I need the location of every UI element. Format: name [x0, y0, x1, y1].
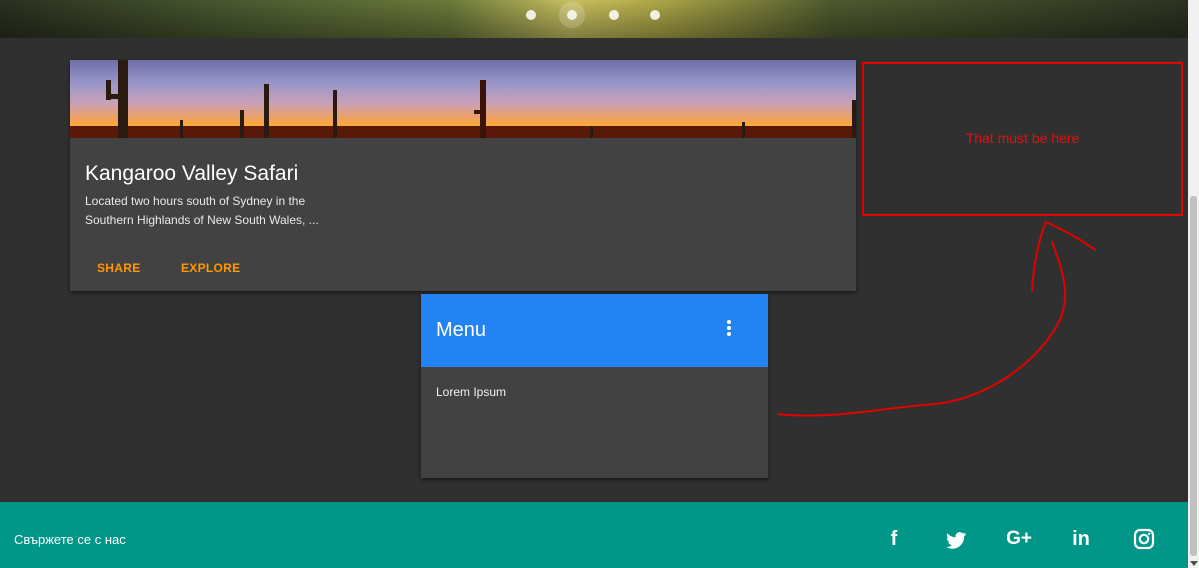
- google-plus-icon[interactable]: G+: [1004, 528, 1034, 552]
- scrollbar-thumb[interactable]: [1190, 196, 1197, 556]
- slide-dot-1[interactable]: [526, 10, 536, 20]
- card-description: Located two hours south of Sydney in the…: [85, 194, 319, 227]
- slide-dot-2[interactable]: [567, 10, 577, 20]
- menu-header: Menu: [421, 294, 768, 367]
- linkedin-icon[interactable]: in: [1069, 528, 1093, 552]
- slide-dot-4[interactable]: [650, 10, 660, 20]
- footer: Свържете се с нас f G+ in: [0, 502, 1188, 568]
- vertical-scrollbar[interactable]: [1188, 0, 1199, 568]
- twitter-icon[interactable]: [944, 528, 968, 552]
- twitter-bird-shape: [946, 532, 967, 549]
- menu-card: Menu Lorem Ipsum: [421, 294, 768, 478]
- cactus-silhouettes: [70, 60, 856, 138]
- safari-card: Kangaroo Valley Safari Located two hours…: [70, 60, 856, 291]
- footer-contact-text: Свържете се с нас: [14, 532, 126, 547]
- menu-body-text: Lorem Ipsum: [436, 385, 507, 399]
- card-title: Kangaroo Valley Safari: [85, 162, 299, 185]
- menu-title: Menu: [436, 319, 487, 341]
- hero-slideshow: [0, 0, 1188, 38]
- explore-button[interactable]: EXPLORE: [181, 261, 240, 275]
- slide-dot-3[interactable]: [609, 10, 619, 20]
- instagram-camera-shape: [1133, 528, 1155, 550]
- facebook-icon[interactable]: f: [882, 528, 906, 552]
- annotation-box: That must be here: [862, 62, 1183, 216]
- more-vert-icon[interactable]: [721, 320, 737, 342]
- instagram-icon[interactable]: [1133, 528, 1157, 552]
- card-sunset-image: [70, 60, 856, 138]
- scroll-down-arrow-icon[interactable]: [1190, 561, 1198, 566]
- share-button[interactable]: SHARE: [97, 261, 141, 275]
- annotation-text: That must be here: [965, 130, 1080, 146]
